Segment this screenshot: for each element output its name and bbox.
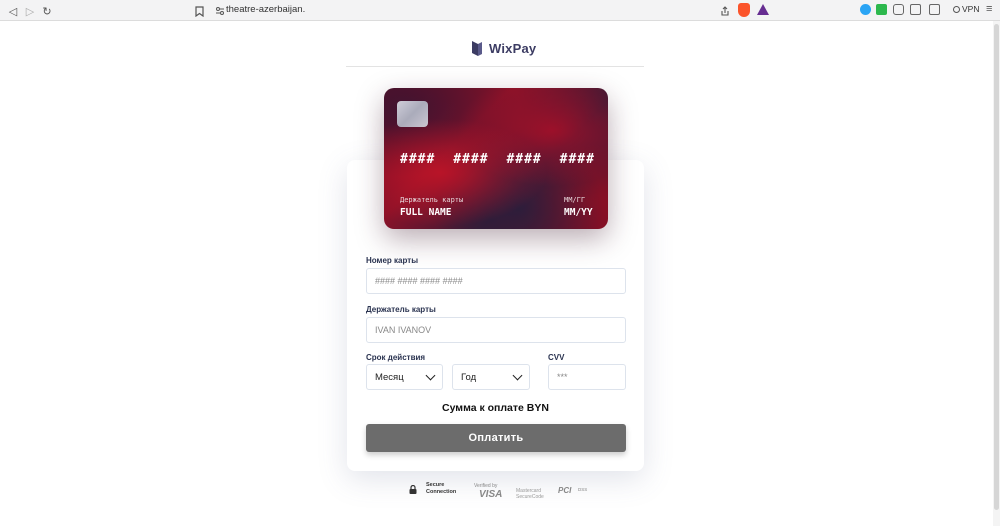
scrollbar-thumb[interactable] xyxy=(994,24,999,510)
vpn-icon xyxy=(953,6,960,13)
logo-text: WixPay xyxy=(489,41,537,56)
card-number-group: #### xyxy=(400,152,436,167)
extension-icon[interactable] xyxy=(860,4,871,15)
header-divider xyxy=(346,66,644,67)
pci-dss-text: DSS xyxy=(578,487,588,492)
card-expiry-value: MM/YY xyxy=(564,207,593,218)
card-holder-placeholder: IVAN IVANOV xyxy=(375,325,432,335)
secure-line-2: Connection xyxy=(426,489,457,495)
expiry-month-value: Месяц xyxy=(375,371,404,383)
expiry-label: Срок действия xyxy=(366,353,426,362)
card-number-placeholder: #### #### #### #### xyxy=(375,276,463,286)
wallet-icon[interactable] xyxy=(929,4,940,15)
mastercard-securecode-badge: Mastercard SecureCode xyxy=(516,488,544,500)
expiry-month-select[interactable]: Месяц xyxy=(366,364,443,390)
visa-logo: VISA xyxy=(479,489,503,500)
expiry-year-select[interactable]: Год xyxy=(452,364,530,390)
secure-connection-badge: Secure Connection xyxy=(426,482,456,496)
vpn-button[interactable]: VPN xyxy=(953,4,979,14)
share-icon[interactable] xyxy=(717,3,733,19)
card-number-input[interactable]: #### #### #### #### xyxy=(366,268,626,294)
card-expiry-label: ММ/ГГ xyxy=(564,196,586,204)
card-number-label: Номер карты xyxy=(366,256,419,265)
extensions-puzzle-icon[interactable] xyxy=(893,4,904,15)
brave-rewards-icon[interactable] xyxy=(757,4,769,15)
bookmark-icon[interactable] xyxy=(191,3,207,19)
card-holder-field-label: Держатель карты xyxy=(366,305,436,314)
card-number-group: #### xyxy=(559,152,595,167)
cvv-label: CVV xyxy=(548,353,565,362)
card-preview: #### #### #### #### Держатель карты FULL… xyxy=(384,88,608,229)
lock-icon xyxy=(409,485,417,494)
chevron-down-icon xyxy=(425,370,436,380)
card-holder-label: Держатель карты xyxy=(400,196,464,204)
card-chip-icon xyxy=(397,101,428,127)
pay-button[interactable]: Оплатить xyxy=(366,424,626,452)
mc-line-2: SecureCode xyxy=(516,494,544,500)
card-holder-input[interactable]: IVAN IVANOV xyxy=(366,317,626,343)
card-number-group: #### xyxy=(453,152,489,167)
reload-icon[interactable]: ↻ xyxy=(39,3,55,19)
browser-toolbar: ◁ ▷ ↻ theatre-azerbaijan. VPN ≡ xyxy=(0,0,1000,21)
pci-logo: PCI xyxy=(558,486,572,495)
forward-icon[interactable]: ▷ xyxy=(22,3,38,19)
secure-line-1: Secure xyxy=(426,482,445,488)
card-number-group: #### xyxy=(506,152,542,167)
address-bar[interactable]: theatre-azerbaijan. xyxy=(226,4,305,15)
extension-icon[interactable] xyxy=(876,4,887,15)
vpn-label: VPN xyxy=(962,4,980,14)
card-holder-value: FULL NAME xyxy=(400,207,452,218)
card-preview-number: #### #### #### #### xyxy=(400,152,595,167)
back-icon[interactable]: ◁ xyxy=(5,3,21,19)
amount-text: Сумма к оплате BYN xyxy=(442,402,549,414)
expiry-year-value: Год xyxy=(461,371,477,383)
wixpay-logo-icon xyxy=(472,41,482,56)
wixpay-logo: WixPay xyxy=(471,40,536,57)
brave-shields-icon[interactable] xyxy=(738,3,750,17)
menu-icon[interactable]: ≡ xyxy=(986,3,992,15)
cvv-placeholder: *** xyxy=(557,372,568,382)
sidebar-icon[interactable] xyxy=(910,4,921,15)
security-badges: Secure Connection Verified by VISA Maste… xyxy=(405,481,595,503)
cvv-input[interactable]: *** xyxy=(548,364,626,390)
chevron-down-icon xyxy=(512,370,523,380)
